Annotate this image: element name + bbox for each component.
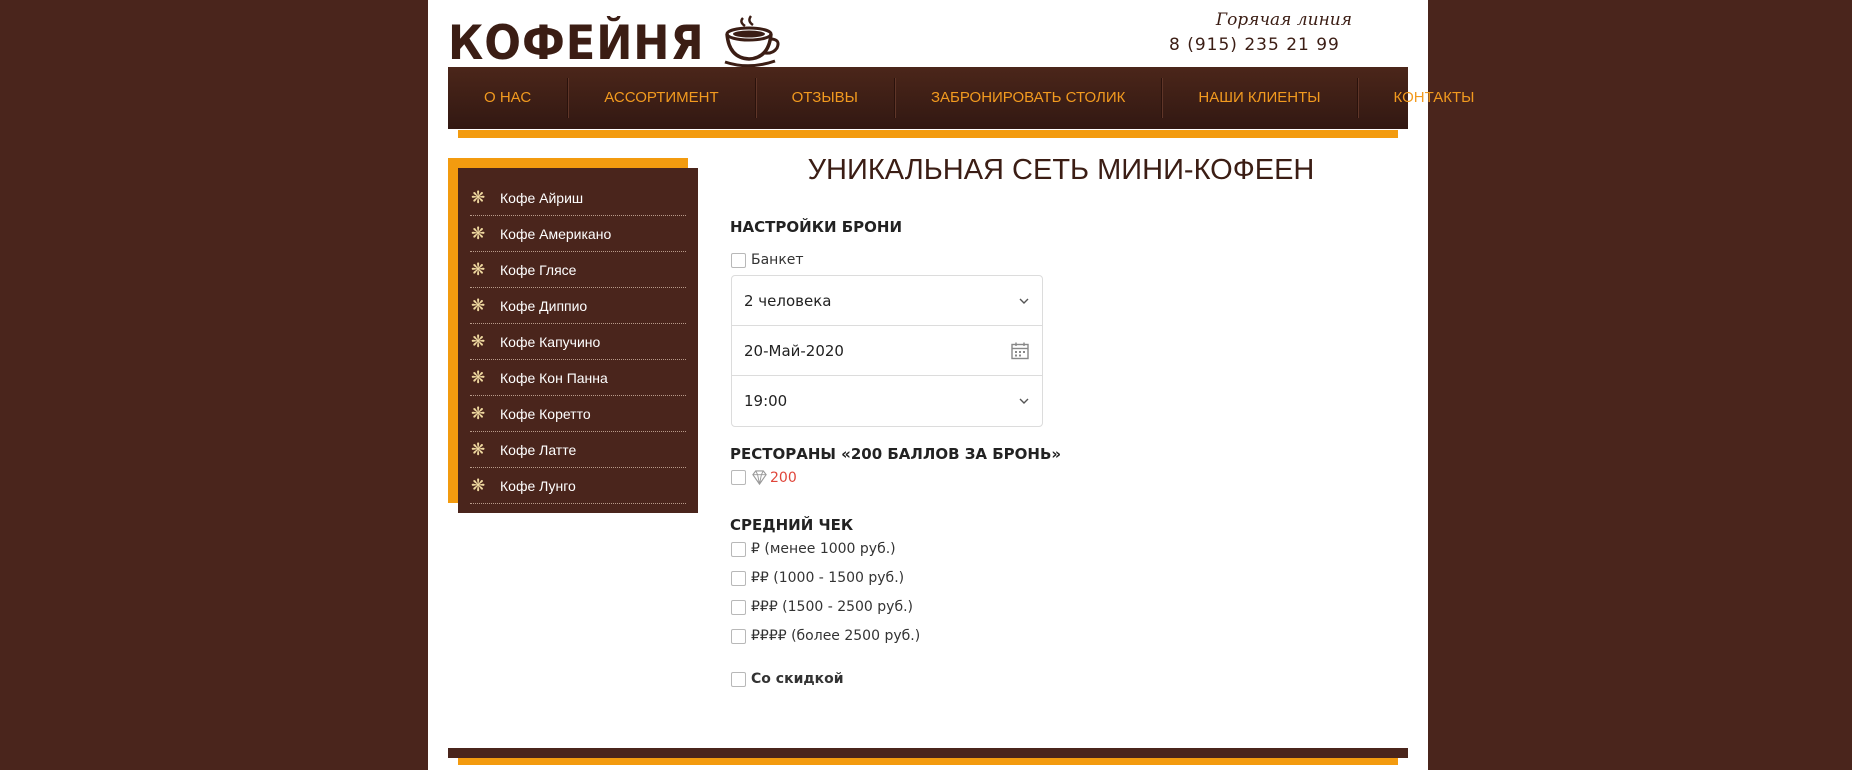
avg-check-label: ₽₽₽ (1500 - 2500 руб.) — [751, 599, 914, 615]
avg-check-checkbox[interactable] — [731, 599, 746, 615]
avg-check-checkbox[interactable] — [731, 570, 746, 586]
avg-check-option[interactable]: ₽₽₽ (1500 - 2500 руб.) — [731, 599, 913, 615]
sidebar-item-glace[interactable]: ❋ Кофе Глясе — [470, 252, 686, 288]
sidebar-item-label: Кофе Лунго — [500, 477, 576, 494]
date-picker[interactable]: 20-Май-2020 — [732, 326, 1042, 376]
discount-checkbox[interactable] — [731, 671, 746, 687]
flower-bullet-icon: ❋ — [471, 187, 486, 207]
footer-accent-stripe — [458, 758, 1398, 765]
sidebar-item-corretto[interactable]: ❋ Кофе Коретто — [470, 396, 686, 432]
page-container: КОФЕЙНЯ Горячая линия 8 (915) 235 21 99 … — [428, 0, 1474, 770]
sidebar-item-label: Кофе Глясе — [500, 261, 577, 278]
sidebar-item-doppio[interactable]: ❋ Кофе Диппио — [470, 288, 686, 324]
sidebar-item-irish[interactable]: ❋ Кофе Айриш — [470, 180, 686, 216]
nav-item-book-table[interactable]: ЗАБРОНИРОВАТЬ СТОЛИК — [895, 78, 1163, 118]
points-checkbox-row[interactable]: 200 — [731, 469, 797, 486]
points-checkbox[interactable] — [731, 470, 746, 485]
sidebar-item-label: Кофе Капучино — [500, 333, 601, 350]
nav-item-assortment[interactable]: АССОРТИМЕНТ — [568, 78, 756, 118]
flower-bullet-icon: ❋ — [471, 223, 486, 243]
flower-bullet-icon: ❋ — [471, 403, 486, 423]
discount-checkbox-row[interactable]: Со скидкой — [731, 671, 844, 687]
time-value: 19:00 — [744, 391, 788, 410]
nav-item-reviews[interactable]: ОТЗЫВЫ — [756, 78, 895, 118]
banquet-label: Банкет — [751, 252, 804, 268]
nav-item-clients[interactable]: НАШИ КЛИЕНТЫ — [1162, 78, 1358, 118]
sidebar-item-americano[interactable]: ❋ Кофе Американо — [470, 216, 686, 252]
discount-label: Со скидкой — [751, 671, 844, 687]
points-value: 200 — [770, 469, 797, 486]
sidebar-item-label: Кофе Коретто — [500, 405, 591, 422]
flower-bullet-icon: ❋ — [471, 259, 486, 279]
flower-bullet-icon: ❋ — [471, 295, 486, 315]
booking-settings-title: НАСТРОЙКИ БРОНИ — [730, 218, 903, 236]
booking-form: 2 человека 20-Май-2020 19:00 — [731, 275, 1043, 427]
banquet-checkbox-row[interactable]: Банкет — [731, 252, 804, 268]
avg-check-label: ₽ (менее 1000 руб.) — [751, 541, 896, 557]
chevron-down-icon — [1019, 298, 1029, 304]
flower-bullet-icon: ❋ — [471, 475, 486, 495]
avg-check-option[interactable]: ₽₽₽₽ (более 2500 руб.) — [731, 628, 920, 644]
hotline-phone: 8 (915) 235 21 99 — [1169, 35, 1340, 55]
avg-check-checkbox[interactable] — [731, 541, 746, 557]
banquet-checkbox[interactable] — [731, 252, 746, 268]
coffee-cup-icon — [724, 15, 780, 68]
sidebar-item-label: Кофе Кон Панна — [500, 369, 608, 386]
logo-text: КОФЕЙНЯ — [448, 16, 705, 71]
average-check-title: СРЕДНИЙ ЧЕК — [730, 516, 854, 534]
avg-check-option[interactable]: ₽₽ (1000 - 1500 руб.) — [731, 570, 904, 586]
sidebar-item-label: Кофе Латте — [500, 441, 577, 458]
page-title: УНИКАЛЬНАЯ СЕТЬ МИНИ-КОФЕЕН — [807, 154, 1315, 186]
chevron-down-icon — [1019, 398, 1029, 404]
avg-check-option[interactable]: ₽ (менее 1000 руб.) — [731, 541, 896, 557]
sidebar-item-label: Кофе Айриш — [500, 189, 584, 206]
flower-bullet-icon: ❋ — [471, 367, 486, 387]
diamond-icon — [752, 470, 767, 486]
sidebar-item-label: Кофе Диппио — [500, 297, 588, 314]
restaurants-points-title: РЕСТОРАНЫ «200 БАЛЛОВ ЗА БРОНЬ» — [730, 445, 1062, 463]
sidebar: ❋ Кофе Айриш ❋ Кофе Американо ❋ Кофе Глясе … — [458, 168, 698, 513]
logo[interactable]: КОФЕЙНЯ — [448, 12, 781, 68]
avg-check-checkbox[interactable] — [731, 628, 746, 644]
sidebar-item-label: Кофе Американо — [500, 225, 612, 242]
guests-value: 2 человека — [744, 291, 832, 310]
nav-item-about[interactable]: О НАС — [448, 78, 569, 118]
nav-accent-stripe — [458, 130, 1398, 138]
sidebar-item-lungo[interactable]: ❋ Кофе Лунго — [470, 468, 686, 504]
sidebar-item-latte[interactable]: ❋ Кофе Латте — [470, 432, 686, 468]
hotline-label: Горячая линия — [1215, 10, 1352, 30]
date-value: 20-Май-2020 — [744, 341, 844, 360]
sidebar-item-con-panna[interactable]: ❋ Кофе Кон Панна — [470, 360, 686, 396]
main-nav: О НАС АССОРТИМЕНТ ОТЗЫВЫ ЗАБРОНИРОВАТЬ С… — [448, 67, 1474, 129]
calendar-icon[interactable] — [1010, 341, 1030, 361]
sidebar-item-cappuccino[interactable]: ❋ Кофе Капучино — [470, 324, 686, 360]
avg-check-label: ₽₽₽₽ (более 2500 руб.) — [751, 628, 921, 644]
flower-bullet-icon: ❋ — [471, 439, 486, 459]
time-select[interactable]: 19:00 — [732, 376, 1042, 425]
guests-select[interactable]: 2 человека — [732, 276, 1042, 326]
avg-check-label: ₽₽ (1000 - 1500 руб.) — [751, 570, 905, 586]
footer-bar — [448, 748, 1408, 758]
nav-item-contacts[interactable]: КОНТАКТЫ — [1358, 78, 1511, 118]
flower-bullet-icon: ❋ — [471, 331, 486, 351]
